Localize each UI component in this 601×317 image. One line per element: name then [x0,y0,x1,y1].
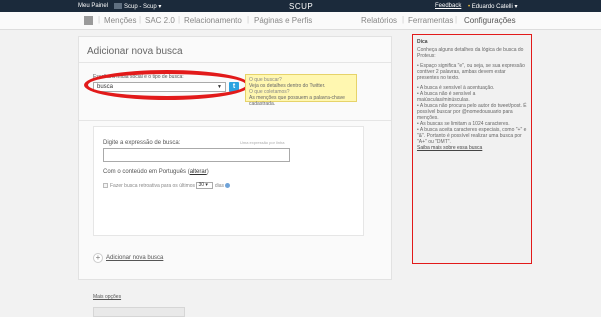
account-selector[interactable]: Scup - Scup ▾ [114,3,161,10]
annotation-highlight-ellipse [84,70,250,100]
tip-answer-2: As menções que possuem a palavra-chave c… [249,95,345,107]
language-text: Com o conteúdo em Português ( [103,169,190,175]
add-search-link[interactable]: Adicionar nova busca [106,255,163,261]
nav-item-relatorios[interactable]: Relatórios [361,16,397,25]
language-text-end: ) [206,169,209,175]
info-icon[interactable] [225,183,231,188]
account-name: Scup - Scup ▾ [124,4,162,10]
nav-separator: | [402,15,405,24]
search-tip-box: O que buscar? Veja os detalhes dentro do… [245,74,357,107]
search-expression-box: Digite a expressão de busca: Uma express… [93,126,364,236]
days-label: dias [214,182,225,189]
sidebar-intro: Conheça alguns detalhes da lógica de bus… [417,47,524,59]
user-menu[interactable]: • Eduardo Catelli ▾ [468,3,517,10]
sidebar-heading: Dica [417,39,428,45]
title-divider [79,62,391,63]
expression-textarea[interactable] [103,148,290,162]
user-name: Eduardo Catelli ▾ [471,4,518,10]
status-dot-icon: • [468,4,471,10]
plus-icon[interactable]: + [93,253,103,263]
sidebar-tip: • A busca não procura pelo autor do twee… [417,103,527,121]
main-nav: | Menções | SAC 2.0 | Relacionamento | P… [0,12,601,30]
sidebar-tip: • A busca aceita caracteres especiais, c… [417,127,527,145]
page-title: Adicionar nova busca [87,46,183,57]
nav-separator: | [139,15,142,24]
tips-sidebar: Dica Conheça alguns detalhes da lógica d… [412,34,532,264]
nav-item-ferramentas[interactable]: Ferramentas [408,16,453,25]
add-search-row[interactable]: + Adicionar nova busca [93,253,163,263]
account-icon [114,3,122,10]
nav-item-configuracoes[interactable]: Configurações [464,16,516,25]
nav-item-sac[interactable]: SAC 2.0 [145,16,175,25]
add-search-panel: Adicionar nova busca Escolha a mídia soc… [78,36,392,317]
change-language-link[interactable]: alterar [190,169,207,175]
more-options-link[interactable]: Mais opções [93,294,121,300]
nav-item-mencoes[interactable]: Menções [104,16,136,25]
language-line: Com o conteúdo em Português (alterar) [103,169,209,175]
learn-more-link[interactable]: Saiba mais sobre essa busca [417,145,482,151]
nav-separator: | [247,15,250,24]
sidebar-tip: • Espaço significa "e", ou seja, se sua … [417,63,525,81]
top-bar: Meu Painel Scup - Scup ▾ SCUP Feedback •… [0,0,601,12]
retroactive-search-line: Fazer busca retroativa para os últimos 3… [103,182,231,189]
nav-separator: | [178,15,181,24]
feedback-link[interactable]: Feedback [435,3,461,9]
dashboard-icon[interactable] [84,16,93,25]
nav-item-paginas-perfis[interactable]: Páginas e Perfis [254,16,312,25]
nav-separator: | [455,15,458,24]
scup-logo[interactable]: SCUP [289,2,313,11]
more-options-field[interactable] [93,307,185,317]
section-divider [79,120,391,121]
retroactive-label: Fazer busca retroativa para os últimos [110,182,196,189]
expression-hint: Uma expressão por linha [240,140,285,145]
nav-separator: | [98,15,101,24]
days-select[interactable]: 30 ▾ [196,182,214,189]
expression-label: Digite a expressão de busca: [103,140,181,146]
retroactive-checkbox[interactable] [103,183,108,188]
menu-link[interactable]: Meu Painel [78,3,108,9]
sidebar-tip: • A busca não é sensível a maiúsculas/mi… [417,91,476,103]
nav-item-relacionamento[interactable]: Relacionamento [184,16,242,25]
